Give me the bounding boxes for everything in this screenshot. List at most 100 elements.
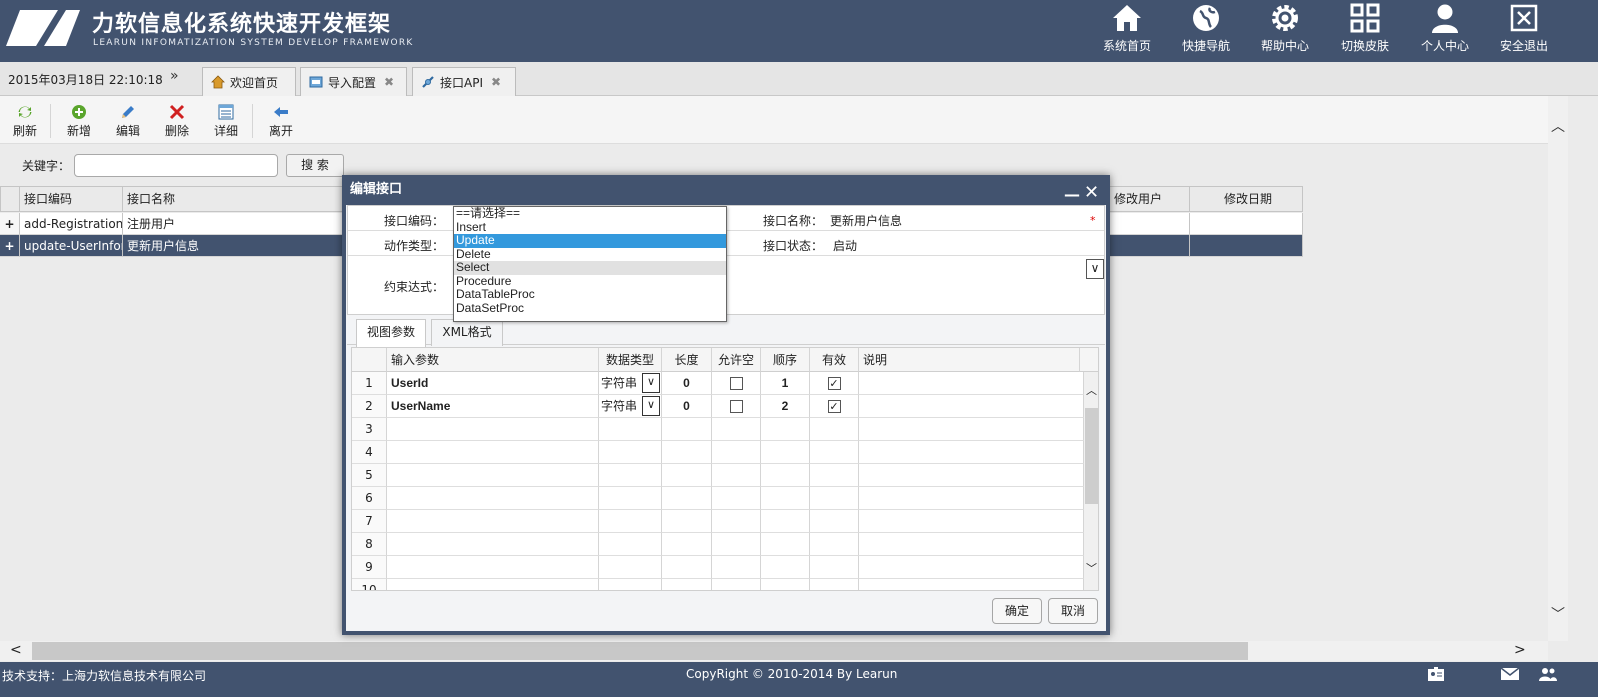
param-order[interactable]: 1 [761, 372, 810, 395]
scroll-up-icon[interactable]: ︿ [1551, 116, 1565, 136]
param-type-select[interactable]: 字符串 ∨ [599, 372, 662, 395]
add-button[interactable]: 新增 [58, 104, 100, 139]
scroll-right-icon[interactable]: > [1514, 642, 1526, 658]
param-valid[interactable] [810, 487, 859, 510]
param-order[interactable] [761, 464, 810, 487]
tab-view-params[interactable]: 视图参数 [356, 319, 426, 347]
nullable-checkbox[interactable] [729, 377, 743, 390]
nav-skin[interactable]: 切换皮肤 [1325, 0, 1405, 62]
tab-api[interactable]: 接口API ✖ [412, 67, 516, 96]
param-desc[interactable] [859, 579, 1084, 590]
param-nullable[interactable] [712, 579, 761, 590]
chevron-double-right-icon[interactable]: » [170, 68, 179, 84]
tab-import[interactable]: 导入配置 ✖ [300, 67, 407, 96]
page-horizontal-scrollbar[interactable]: < > [0, 641, 1548, 661]
valid-checkbox-checked[interactable]: ✓ [827, 400, 841, 413]
param-order[interactable] [761, 441, 810, 464]
param-order[interactable] [761, 510, 810, 533]
param-length[interactable] [662, 579, 712, 590]
param-order[interactable] [761, 556, 810, 579]
param-name[interactable] [387, 464, 599, 487]
close-icon[interactable]: ✕ [1084, 178, 1099, 208]
chevron-down-icon[interactable]: ∨ [642, 373, 660, 393]
param-length[interactable] [662, 418, 712, 441]
param-valid[interactable] [810, 510, 859, 533]
param-valid[interactable] [810, 418, 859, 441]
param-valid[interactable] [810, 579, 859, 590]
param-name[interactable] [387, 418, 599, 441]
param-desc[interactable] [859, 556, 1084, 579]
ok-button[interactable]: 确定 [992, 598, 1042, 624]
nav-profile[interactable]: 个人中心 [1405, 0, 1485, 62]
param-nullable[interactable] [712, 510, 761, 533]
dropdown-option[interactable]: Procedure [454, 274, 726, 289]
param-desc[interactable] [859, 441, 1084, 464]
leave-button[interactable]: 离开 [260, 104, 302, 139]
nullable-checkbox[interactable] [729, 400, 743, 413]
grid-header-name[interactable]: 接口名称 [123, 186, 343, 212]
param-valid[interactable] [810, 464, 859, 487]
param-nullable[interactable] [712, 441, 761, 464]
param-nullable[interactable] [712, 533, 761, 556]
valid-checkbox-checked[interactable]: ✓ [827, 377, 841, 390]
people-icon[interactable] [1538, 666, 1558, 682]
param-nullable[interactable] [712, 464, 761, 487]
dropdown-option-hover[interactable]: Select [454, 261, 726, 275]
nav-logout[interactable]: 安全退出 [1484, 0, 1564, 62]
dropdown-option[interactable]: ==请选择== [454, 207, 726, 221]
param-valid[interactable] [810, 556, 859, 579]
param-type[interactable] [599, 487, 662, 510]
dropdown-option[interactable]: DataSetProc [454, 301, 726, 316]
param-desc[interactable] [859, 487, 1084, 510]
dropdown-option-selected[interactable]: Update [454, 234, 726, 248]
status-select[interactable]: 启动 [833, 237, 857, 254]
param-type[interactable] [599, 556, 662, 579]
tab-xml-format[interactable]: XML格式 [431, 319, 503, 346]
param-length[interactable] [662, 556, 712, 579]
param-length[interactable] [662, 441, 712, 464]
mail-icon[interactable] [1500, 666, 1520, 682]
param-length[interactable] [662, 464, 712, 487]
tab-welcome[interactable]: 欢迎首页 [202, 67, 296, 96]
detail-button[interactable]: 详细 [205, 104, 247, 139]
param-type-select[interactable]: 字符串 ∨ [599, 395, 662, 418]
param-type[interactable] [599, 441, 662, 464]
param-length[interactable] [662, 487, 712, 510]
close-icon[interactable]: ✖ [491, 75, 501, 89]
param-desc[interactable] [859, 395, 1084, 418]
param-nullable[interactable] [712, 418, 761, 441]
expand-plus-icon[interactable]: + [0, 235, 20, 257]
param-name[interactable] [387, 510, 599, 533]
param-order[interactable] [761, 418, 810, 441]
param-type[interactable] [599, 464, 662, 487]
param-desc[interactable] [859, 372, 1084, 395]
param-order[interactable] [761, 533, 810, 556]
expand-plus-icon[interactable]: + [0, 213, 20, 235]
scroll-thumb[interactable] [32, 642, 1248, 660]
close-icon[interactable]: ✖ [384, 75, 394, 89]
param-name[interactable]: UserId [387, 372, 599, 395]
params-scrollbar[interactable]: ︿ ﹀ [1084, 372, 1098, 590]
param-order[interactable]: 2 [761, 395, 810, 418]
param-desc[interactable] [859, 464, 1084, 487]
param-name[interactable] [387, 556, 599, 579]
scroll-left-icon[interactable]: < [10, 642, 22, 658]
grid-header-code[interactable]: 接口编码 [20, 186, 123, 212]
param-valid[interactable] [810, 533, 859, 556]
param-nullable[interactable] [712, 556, 761, 579]
grid-header-modifier[interactable]: 修改用户 [1110, 186, 1190, 212]
param-type[interactable] [599, 510, 662, 533]
grid-header-date[interactable]: 修改日期 [1190, 186, 1303, 212]
refresh-button[interactable]: 刷新 [4, 104, 46, 139]
contact-card-icon[interactable] [1426, 666, 1446, 682]
scroll-down-icon[interactable]: ﹀ [1551, 604, 1565, 624]
nav-quick[interactable]: 快捷导航 [1166, 0, 1246, 62]
page-vertical-scrollbar[interactable]: ︿ ﹀ [1548, 96, 1568, 641]
delete-button[interactable]: 删除 [156, 104, 198, 139]
param-order[interactable] [761, 579, 810, 590]
param-order[interactable] [761, 487, 810, 510]
chevron-down-icon[interactable]: ∨ [642, 396, 660, 416]
param-length[interactable]: 0 [662, 395, 712, 418]
dropdown-option[interactable]: Delete [454, 247, 726, 262]
search-button[interactable]: 搜 索 [286, 154, 344, 177]
